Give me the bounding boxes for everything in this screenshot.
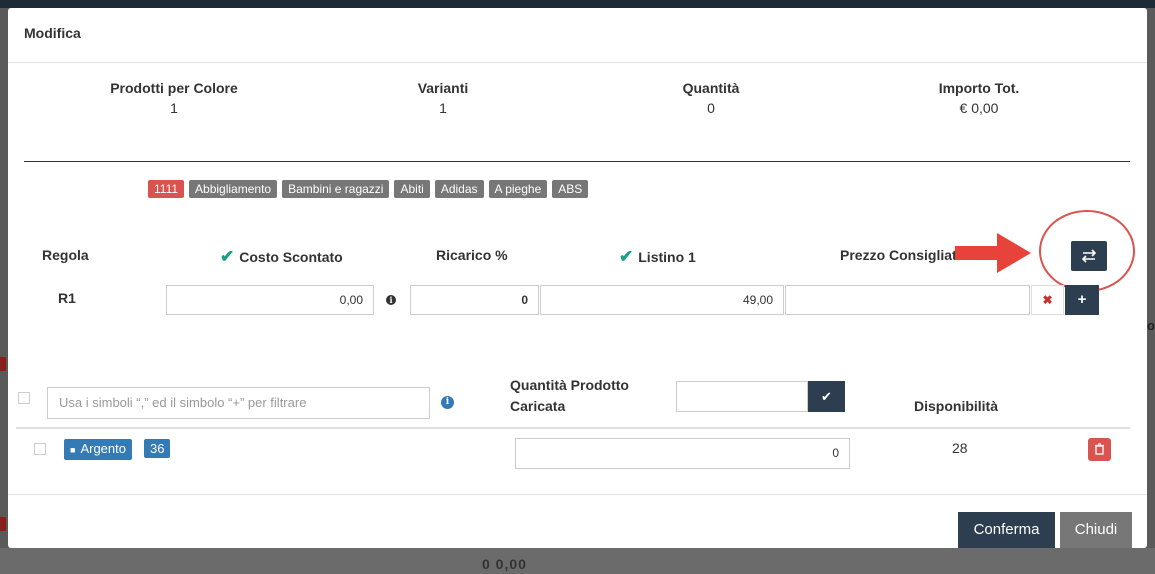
variant-quantity-input[interactable]: 0 (515, 438, 850, 469)
stat-label: Prodotti per Colore (110, 80, 238, 96)
stat-importo-tot: Importo Tot. € 0,00 (854, 80, 1104, 116)
remove-icon[interactable]: ✖ (1031, 285, 1064, 315)
row-checkbox[interactable] (34, 443, 46, 455)
column-header-prezzo-consigliato: Prezzo Consigliato (840, 247, 966, 263)
info-icon[interactable]: i (386, 295, 396, 305)
tag-category: A pieghe (488, 180, 548, 198)
background-footer (0, 548, 1155, 574)
swap-arrows-icon (1081, 249, 1097, 263)
tag-category: ABS (552, 180, 589, 198)
trash-icon (1095, 443, 1104, 455)
confirm-button[interactable]: Conferma (958, 512, 1055, 548)
close-button[interactable]: Chiudi (1060, 512, 1132, 548)
column-header-costo-scontato: ✔ Costo Scontato (220, 247, 343, 267)
select-all-checkbox[interactable] (18, 392, 30, 404)
prezzo-consigliato-input[interactable] (785, 285, 1030, 315)
quantity-label: Quantità Prodotto Caricata (510, 375, 680, 417)
column-header-label: Listino 1 (638, 249, 696, 265)
check-icon: ✔ (220, 247, 235, 266)
background-side-text: o (1147, 318, 1155, 333)
color-label: ■ Argento (64, 439, 132, 460)
tag-code: 1111 (148, 180, 185, 198)
tag-category: Abbigliamento (189, 180, 278, 198)
ricarico-input[interactable]: 0 (410, 285, 539, 315)
modal-header: Modifica (8, 8, 1147, 63)
checkmark-icon: ✔ (821, 389, 832, 404)
tag-brand: Adidas (434, 180, 484, 198)
modal-title: Modifica (24, 25, 81, 41)
check-icon: ✔ (619, 247, 634, 266)
swap-button[interactable] (1071, 241, 1107, 271)
rule-name: R1 (58, 290, 76, 306)
tag-list: 1111 Abbigliamento Bambini e ragazzi Abi… (148, 180, 589, 198)
background-total: 0 0,00 (482, 556, 527, 572)
listino-input[interactable]: 49,00 (540, 285, 784, 315)
column-header-listino: ✔ Listino 1 (619, 247, 696, 267)
stat-value: 1 (170, 100, 178, 116)
edit-modal: Modifica Prodotti per Colore 1 Varianti … (8, 8, 1147, 548)
square-icon: ■ (70, 445, 76, 455)
quantity-label-line: Quantità Prodotto (510, 377, 629, 393)
column-header-regola: Regola (42, 247, 89, 263)
background-toolbar (0, 0, 1155, 8)
plus-icon: + (1077, 291, 1087, 308)
size-label: 36 (144, 439, 171, 458)
annotation-arrow-icon (955, 233, 1031, 273)
stat-value: 1 (439, 100, 447, 116)
divider (24, 161, 1130, 162)
costo-scontato-input[interactable]: 0,00 (166, 285, 374, 315)
availability-value: 28 (952, 440, 968, 456)
color-name: Argento (80, 441, 126, 456)
apply-quantity-button[interactable]: ✔ (808, 381, 845, 412)
stat-label: Quantità (682, 80, 740, 96)
tag-category: Bambini e ragazzi (282, 180, 390, 198)
filter-input[interactable]: Usa i simboli “,” ed il simbolo “+” per … (47, 387, 430, 419)
stat-value: € 0,00 (959, 100, 999, 116)
delete-button[interactable] (1088, 438, 1111, 461)
stat-label: Importo Tot. (938, 80, 1020, 96)
bulk-quantity-input[interactable] (676, 381, 808, 412)
add-rule-button[interactable]: + (1065, 285, 1099, 315)
modal-footer-divider (8, 494, 1147, 495)
stat-value: 0 (707, 100, 715, 116)
quantity-label-line: Caricata (510, 398, 566, 414)
stat-quantita: Quantità 0 (586, 80, 836, 116)
column-header-ricarico: Ricarico % (436, 247, 508, 263)
table-divider (16, 427, 1130, 429)
info-icon[interactable]: i (441, 396, 454, 409)
background-marker (0, 517, 6, 531)
availability-header: Disponibilità (914, 398, 998, 414)
column-header-label: Costo Scontato (239, 249, 343, 265)
tag-category: Abiti (394, 180, 430, 198)
stat-prodotti-per-colore: Prodotti per Colore 1 (49, 80, 299, 116)
background-marker (0, 357, 6, 371)
stat-label: Varianti (417, 80, 469, 96)
stat-varianti: Varianti 1 (318, 80, 568, 116)
